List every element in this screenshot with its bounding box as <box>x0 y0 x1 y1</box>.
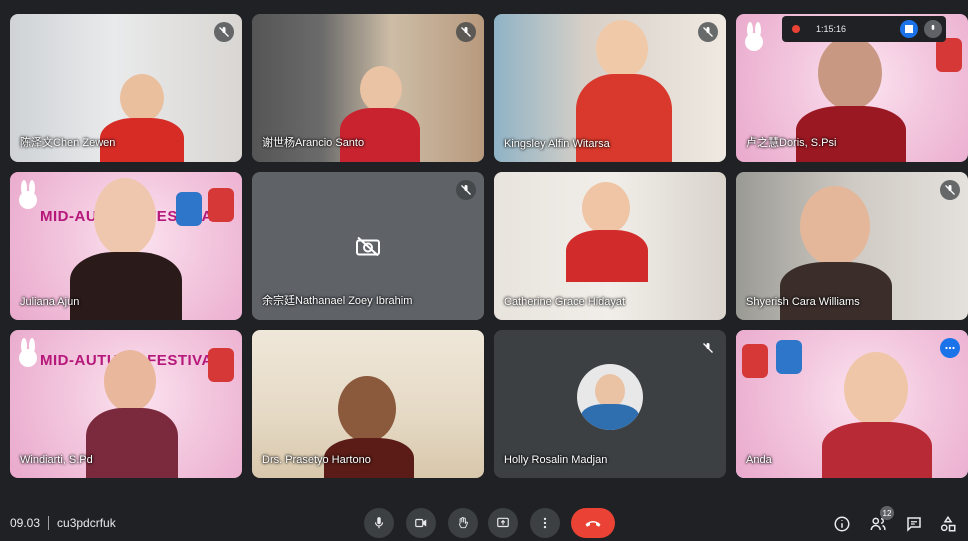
meeting-info: 09.03 cu3pdcrfuk <box>10 516 116 530</box>
present-screen-button[interactable] <box>488 508 518 538</box>
participant-tile[interactable]: MID-AUTUMN FESTIVAL Windiarti, S.Pd <box>10 330 242 478</box>
more-options-button[interactable] <box>530 508 560 538</box>
activities-icon <box>940 515 956 532</box>
people-button[interactable]: 12 <box>866 506 894 536</box>
chat-icon <box>907 517 921 532</box>
info-icon <box>834 516 850 532</box>
participant-name: 陈泽文Chen Zewen <box>20 137 116 149</box>
participant-tile[interactable]: Holly Rosalin Madjan <box>494 330 726 478</box>
hang-up-button[interactable] <box>571 508 615 538</box>
participant-name: Catherine Grace Hidayat <box>504 296 626 308</box>
activities-button[interactable] <box>936 512 960 536</box>
meeting-code: cu3pdcrfuk <box>57 516 116 530</box>
raise-hand-icon <box>458 516 468 529</box>
participant-count-badge: 12 <box>880 506 894 520</box>
rabbit-decoration <box>16 338 40 370</box>
participant-tile[interactable]: Kingsley Alfin Witarsa <box>494 14 726 162</box>
mic-off-icon <box>698 22 718 42</box>
mic-off-icon <box>456 180 476 200</box>
recording-dot-icon <box>792 25 800 33</box>
participant-name: 卢之慧Doris, S.Psi <box>746 137 837 149</box>
present-screen-icon <box>497 517 509 528</box>
participant-tile-self[interactable]: Anda <box>736 330 968 478</box>
participant-tile[interactable]: Drs. Prasetyo Hartono <box>252 330 484 478</box>
more-options-icon[interactable] <box>940 338 960 358</box>
video-grid: 陈泽文Chen Zewen 谢世杨Arancio Santo Kingsley … <box>10 14 968 490</box>
recording-time: 1:15:16 <box>816 24 847 34</box>
mic-off-icon <box>456 22 476 42</box>
meeting-details-button[interactable] <box>830 512 854 536</box>
participant-tile[interactable]: 谢世杨Arancio Santo <box>252 14 484 162</box>
participant-name: 余宗廷Nathanael Zoey Ibrahim <box>262 295 413 307</box>
participant-name: Drs. Prasetyo Hartono <box>262 454 371 466</box>
participant-name: Kingsley Alfin Witarsa <box>504 138 610 150</box>
mic-toggle-button[interactable] <box>364 508 394 538</box>
participant-name: Anda <box>746 454 772 466</box>
more-options-icon <box>543 517 547 529</box>
participant-name: 谢世杨Arancio Santo <box>262 137 365 149</box>
mic-icon[interactable] <box>924 20 942 38</box>
participant-name: Shyerish Cara Williams <box>746 296 860 308</box>
camera-off-icon <box>355 235 381 262</box>
participant-name: Holly Rosalin Madjan <box>504 454 608 466</box>
rabbit-decoration <box>742 22 766 54</box>
participant-tile[interactable]: MID-AUTUMN FESTIVAL Juliana Ajun <box>10 172 242 320</box>
participant-name: Juliana Ajun <box>20 296 80 308</box>
mic-off-icon <box>940 180 960 200</box>
mic-off-icon <box>214 22 234 42</box>
divider <box>48 516 50 530</box>
participant-tile[interactable]: Catherine Grace Hidayat <box>494 172 726 320</box>
hang-up-icon <box>585 521 601 527</box>
mic-off-icon <box>698 338 718 358</box>
recording-indicator: 1:15:16 <box>782 16 946 42</box>
chat-button[interactable] <box>902 512 926 536</box>
stop-recording-button[interactable] <box>900 20 918 38</box>
mic-icon <box>374 517 384 529</box>
participant-name: Windiarti, S.Pd <box>20 454 93 466</box>
participant-tile[interactable]: 陈泽文Chen Zewen <box>10 14 242 162</box>
raise-hand-button[interactable] <box>448 508 478 538</box>
participant-tile[interactable]: 余宗廷Nathanael Zoey Ibrahim <box>252 172 484 320</box>
bottom-toolbar: 09.03 cu3pdcrfuk 12 <box>0 498 968 541</box>
avatar <box>577 364 643 430</box>
clock-time: 09.03 <box>10 516 41 530</box>
camera-toggle-button[interactable] <box>406 508 436 538</box>
camera-icon <box>415 518 427 528</box>
participant-tile[interactable]: Shyerish Cara Williams <box>736 172 968 320</box>
rabbit-decoration <box>16 180 40 212</box>
